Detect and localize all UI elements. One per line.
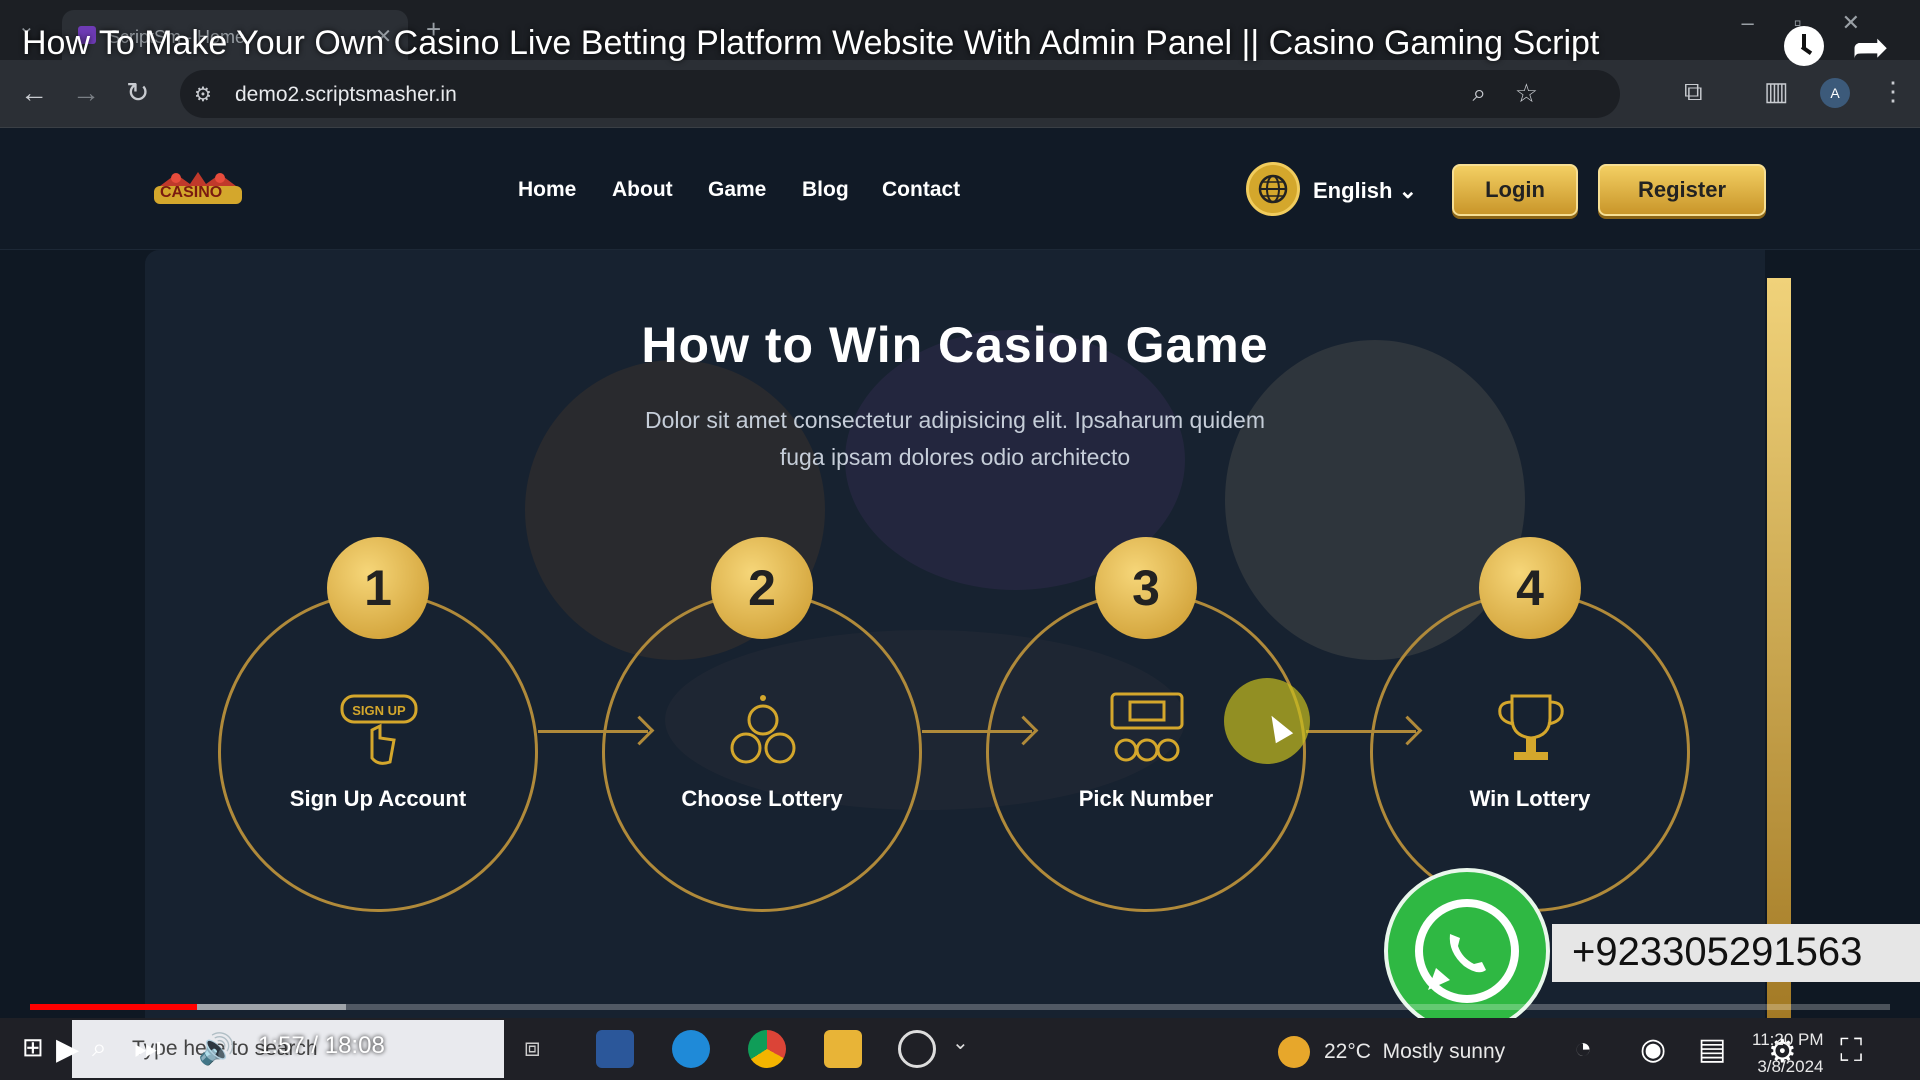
panel-gold-edge <box>1767 278 1791 1018</box>
progress-played <box>30 1004 198 1010</box>
signup-icon: SIGN UP <box>340 694 418 765</box>
fullscreen-exit-icon[interactable]: ⛶ <box>1840 1032 1862 1070</box>
clock-time: 11:20 PM <box>1752 1030 1824 1049</box>
clock-date: 3/8/2024 <box>1757 1057 1824 1076</box>
weather-desc: Mostly sunny <box>1382 1040 1506 1063</box>
section-title: How to Win Casion Game <box>641 317 1269 373</box>
time-current: 1:57 <box>258 1032 305 1059</box>
nav-home[interactable]: Home <box>518 178 576 202</box>
back-arrow-icon[interactable]: ← <box>20 78 48 108</box>
browser-toolbar: ← → ↻ ⚙ demo2.scriptsmasher.in ⌕ ☆ ⧉ ▥ A… <box>0 60 1920 128</box>
step-label: Sign Up Account <box>289 786 467 811</box>
autoplay-toggle-icon[interactable]: ◉ <box>1640 1032 1666 1067</box>
video-title: How To Make Your Own Casino Live Betting… <box>22 24 1600 62</box>
side-panel-icon[interactable]: ▥ <box>1764 76 1789 107</box>
volume-icon[interactable]: 🔊 <box>198 1032 235 1067</box>
task-view-icon[interactable]: ⧈ <box>524 1032 541 1064</box>
chevron-down-icon: ⌄ <box>1398 178 1418 203</box>
language-selector[interactable]: English ⌄ <box>1313 178 1417 204</box>
globe-icon[interactable] <box>1246 162 1300 216</box>
extensions-icon[interactable]: ⧉ <box>1684 76 1703 108</box>
address-url[interactable]: demo2.scriptsmasher.in <box>235 83 457 107</box>
svg-text:SIGN UP: SIGN UP <box>352 703 406 718</box>
address-bar[interactable]: ⚙ demo2.scriptsmasher.in ⌕ ☆ <box>180 70 1620 118</box>
bookmark-star-icon[interactable]: ☆ <box>1515 78 1538 109</box>
reload-icon[interactable]: ↻ <box>126 78 149 108</box>
step-number-badge: 3 <box>1095 537 1197 639</box>
search-icon[interactable]: ⌕ <box>92 1032 107 1064</box>
wifi-icon[interactable]: ◔ <box>1574 1032 1592 1066</box>
login-button[interactable]: Login <box>1452 164 1578 216</box>
video-time: 1:57 / 18:08 <box>258 1032 385 1060</box>
edge-browser-icon[interactable] <box>672 1030 710 1068</box>
taskbar-clock[interactable]: 11:20 PM 3/8/2024 <box>1752 1026 1824 1080</box>
weather-temp: 22°C <box>1324 1040 1371 1063</box>
time-separator: / <box>304 1032 325 1059</box>
section-description: Dolor sit amet consectetur adipisicing e… <box>644 407 1265 470</box>
language-label: English <box>1313 178 1393 203</box>
logo-text: CASINO <box>160 184 223 201</box>
file-explorer-icon[interactable] <box>824 1030 862 1068</box>
play-icon[interactable]: ▶ <box>56 1032 79 1067</box>
chrome-browser-icon[interactable] <box>748 1030 786 1068</box>
word-app-icon[interactable] <box>596 1030 634 1068</box>
screen-recorder-icon[interactable] <box>898 1030 936 1068</box>
nav-blog[interactable]: Blog <box>802 178 849 202</box>
profile-avatar[interactable]: A <box>1820 78 1850 108</box>
share-arrow-icon[interactable]: ➦ <box>1852 22 1889 73</box>
forward-arrow-icon[interactable]: → <box>72 78 100 108</box>
chevron-down-icon[interactable]: ⌄ <box>952 1030 969 1055</box>
step-label: Win Lottery <box>1469 786 1591 811</box>
subtitles-icon[interactable]: ▤ <box>1698 1032 1726 1067</box>
ticket-icon <box>1110 692 1184 762</box>
step-number-badge: 2 <box>711 537 813 639</box>
step-number-badge: 1 <box>327 537 429 639</box>
lottery-balls-icon <box>730 695 796 764</box>
register-button[interactable]: Register <box>1598 164 1766 216</box>
video-progress-bar[interactable] <box>30 1004 1890 1010</box>
time-total: 18:08 <box>324 1032 385 1059</box>
watch-later-clock-icon[interactable] <box>1784 26 1824 66</box>
menu-kebab-icon[interactable]: ⋮ <box>1880 76 1906 107</box>
windows-start-icon[interactable]: ⊞ <box>22 1032 44 1063</box>
weather-widget[interactable]: 22°C Mostly sunny <box>1324 1040 1505 1064</box>
trophy-icon <box>1498 694 1564 760</box>
weather-sun-icon <box>1278 1036 1310 1068</box>
nav-about[interactable]: About <box>612 178 673 202</box>
step-label: Choose Lottery <box>681 786 843 811</box>
nav-game[interactable]: Game <box>708 178 766 202</box>
whatsapp-phone-number: +923305291563 <box>1552 924 1920 982</box>
next-icon[interactable]: ⏭ <box>134 1032 161 1066</box>
site-header: CASINO Home About Game Blog Contact Engl… <box>0 128 1920 250</box>
step-number-badge: 4 <box>1479 537 1581 639</box>
nav-contact[interactable]: Contact <box>882 178 960 202</box>
site-settings-icon[interactable]: ⚙ <box>194 82 212 107</box>
screen: ⌄ ScriptSm - Home ✕ + –▫✕ ← → ↻ ⚙ demo2.… <box>0 0 1920 1080</box>
zoom-icon[interactable]: ⌕ <box>1473 80 1486 108</box>
step-label: Pick Number <box>1078 786 1214 811</box>
